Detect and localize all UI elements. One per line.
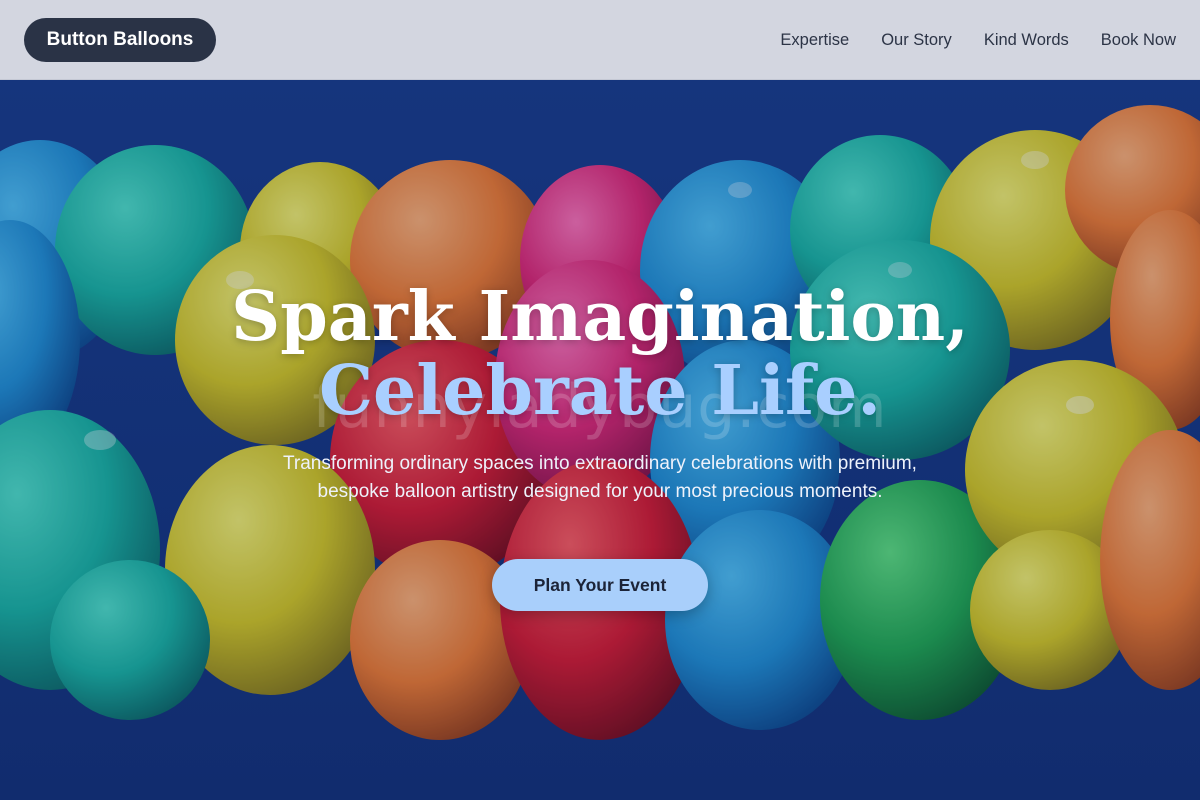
page: Button Balloons Expertise Our Story Kind… [0, 0, 1200, 800]
main-nav: Expertise Our Story Kind Words Book Now [780, 0, 1176, 80]
hero-section: funnyladybug.com Spark Imagination, Cele… [0, 80, 1200, 800]
nav-link-our-story[interactable]: Our Story [881, 31, 952, 50]
nav-link-book-now[interactable]: Book Now [1101, 31, 1176, 50]
headline-line-1: Spark Imagination, [231, 277, 969, 357]
hero-headline: Spark Imagination, Celebrate Life. [100, 280, 1100, 428]
nav-link-expertise[interactable]: Expertise [780, 31, 849, 50]
site-header: Button Balloons Expertise Our Story Kind… [0, 0, 1200, 80]
brand-logo-button[interactable]: Button Balloons [24, 18, 216, 62]
hero-subtext: Transforming ordinary spaces into extrao… [283, 453, 917, 502]
nav-link-kind-words[interactable]: Kind Words [984, 31, 1069, 50]
plan-your-event-button[interactable]: Plan Your Event [492, 559, 708, 611]
headline-line-2: Celebrate Life. [318, 351, 882, 431]
